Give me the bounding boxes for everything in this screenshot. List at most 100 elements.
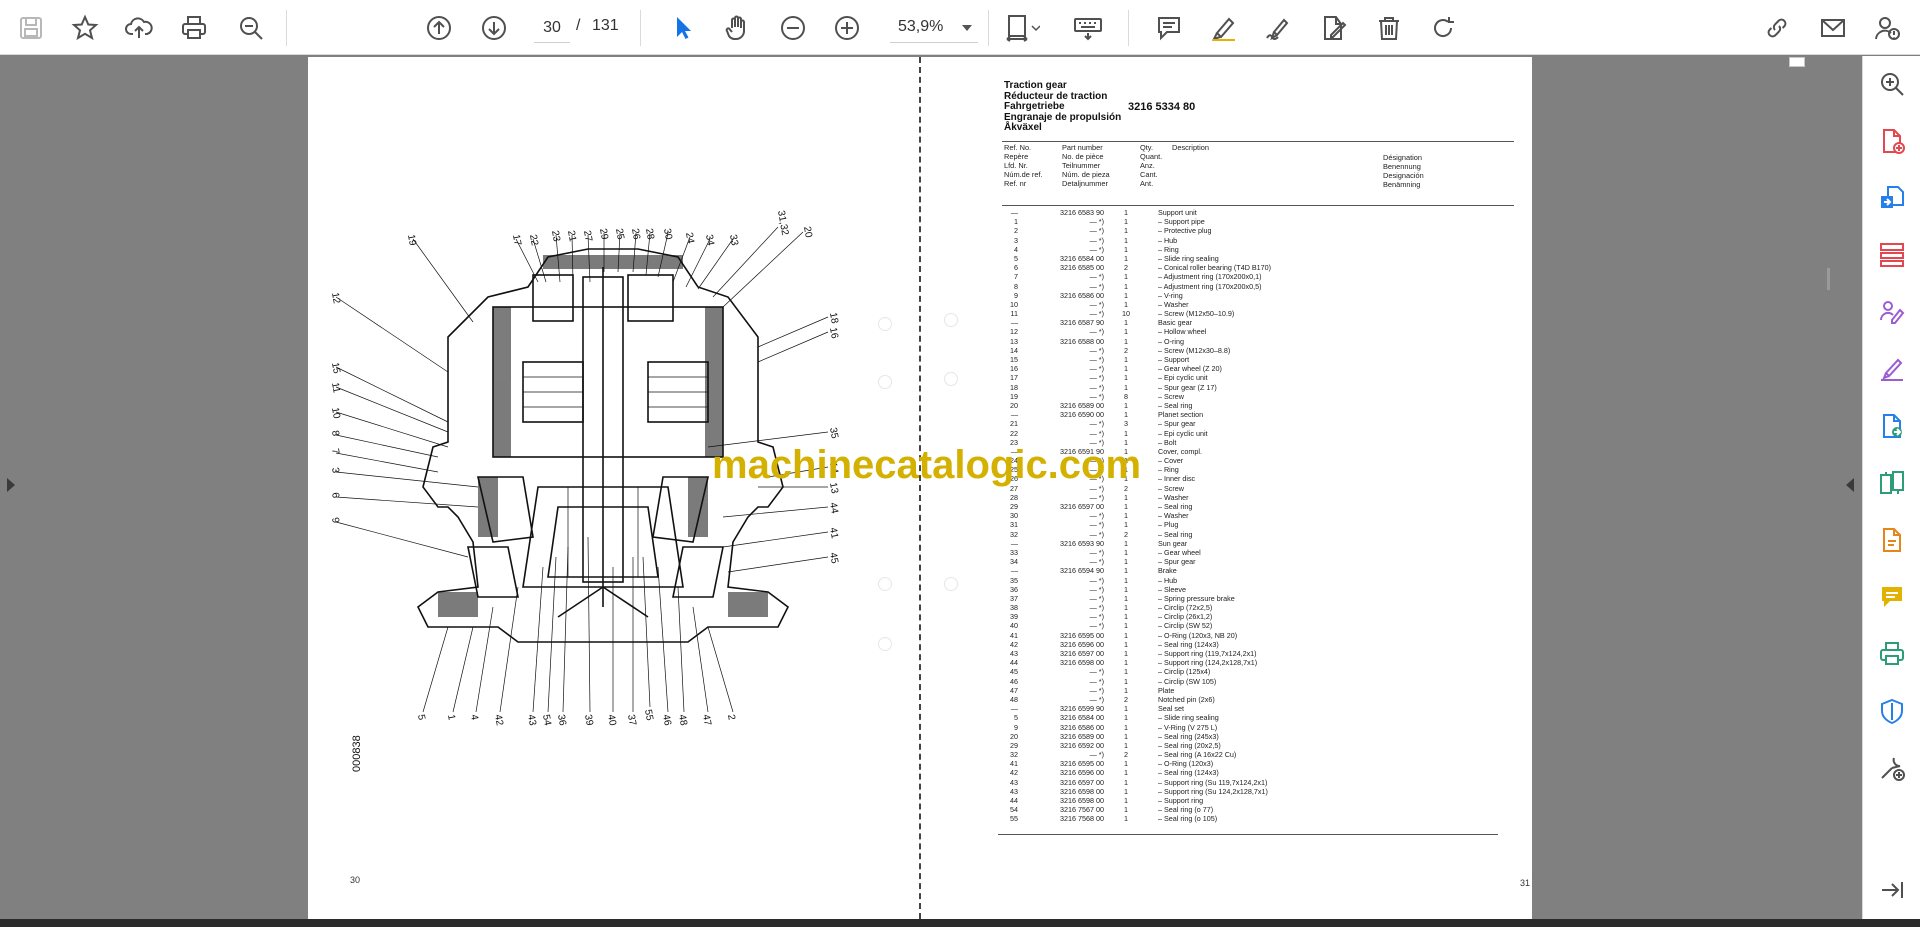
- account-icon[interactable]: [1868, 9, 1906, 47]
- table-row: 3 — *) 1 – Hub: [994, 236, 1514, 245]
- description-cell: – Seal ring (124x3): [1158, 639, 1219, 649]
- part-number-cell: — *): [1089, 428, 1104, 438]
- left-page-number: 30: [350, 875, 361, 885]
- description-cell: – Spring pressure brake: [1158, 593, 1235, 603]
- keyboard-icon[interactable]: [1066, 9, 1110, 47]
- ref-cell: 43: [1010, 649, 1018, 658]
- callout-label: 46: [660, 714, 673, 727]
- callout-label: 29: [597, 228, 610, 241]
- ref-cell: 19: [1010, 391, 1018, 401]
- table-row: 31 — *) 1 – Plug: [994, 520, 1514, 529]
- part-number-cell: — *): [1089, 575, 1104, 585]
- description-cell: – Spur gear: [1158, 557, 1196, 567]
- callout-label: 42: [492, 714, 505, 727]
- ref-cell: —: [1010, 566, 1018, 576]
- callout-label: 3: [329, 467, 341, 475]
- scrollbar-top[interactable]: [1789, 57, 1805, 67]
- description-cell: – Support ring (Su 124,2x128,7x1): [1158, 786, 1268, 796]
- description-cell: – Gear wheel: [1158, 547, 1201, 557]
- table-row: 43 3216 6597 00 1 – Support ring (Su 119,7x…: [994, 778, 1514, 787]
- vertical-scrollbar-thumb[interactable]: [1827, 268, 1830, 290]
- qty-cell: 1: [1124, 566, 1128, 576]
- total-pages: 131: [592, 17, 619, 34]
- protect-shield-icon[interactable]: [1876, 695, 1908, 727]
- create-pdf-icon[interactable]: [1876, 125, 1908, 157]
- qty-cell: 1: [1124, 235, 1128, 245]
- description-cell: – Seal ring (20x2,5): [1158, 740, 1221, 750]
- save-icon[interactable]: [12, 9, 50, 47]
- export-pdf-icon[interactable]: [1876, 182, 1908, 214]
- ref-cell: 40: [1010, 621, 1018, 631]
- table-row: 46 — *) 1 – Circlip (SW 105): [994, 677, 1514, 686]
- rotate-icon[interactable]: [1424, 9, 1462, 47]
- envelope-icon[interactable]: [1814, 9, 1852, 47]
- highlighter-icon[interactable]: [1205, 9, 1243, 47]
- qty-cell: 1: [1124, 272, 1128, 282]
- collapse-right-panel-icon[interactable]: [1846, 478, 1854, 492]
- ref-cell: 36: [1010, 584, 1018, 594]
- edit-pdf-icon[interactable]: [1876, 524, 1908, 556]
- parts-table: — 3216 6583 90 1 Support unit 1 — *) 1 – Suppor…: [994, 208, 1514, 824]
- edit-document-icon[interactable]: [1314, 9, 1352, 47]
- hand-icon[interactable]: [718, 9, 756, 47]
- part-number-cell: 3216 6588 00: [1060, 336, 1104, 346]
- star-icon[interactable]: [66, 9, 104, 47]
- description-cell: – Support ring: [1158, 796, 1204, 805]
- minus-circle-icon[interactable]: [774, 9, 812, 47]
- arrow-up-circle-icon[interactable]: [420, 9, 458, 47]
- qty-cell: 1: [1124, 410, 1128, 420]
- fit-page-icon[interactable]: [998, 9, 1046, 47]
- qty-cell: 1: [1124, 281, 1128, 291]
- plus-circle-icon[interactable]: [828, 9, 866, 47]
- description-cell: – O-Ring (120x3, NB 20): [1158, 630, 1238, 640]
- organize-pages-icon[interactable]: [1876, 239, 1908, 271]
- convert-pdf-icon[interactable]: [1876, 410, 1908, 442]
- ref-cell: 48: [1010, 694, 1018, 704]
- table-row: — 3216 6593 90 1 Sun gear: [994, 539, 1514, 548]
- ref-cell: 29: [1010, 740, 1018, 750]
- printer-icon[interactable]: [175, 9, 213, 47]
- part-number-cell: — *): [1089, 584, 1104, 594]
- zoom-level: 53,9%: [898, 18, 944, 35]
- description-cell: – Seal ring (A 16x22 Cu): [1158, 750, 1237, 760]
- compare-icon[interactable]: [1876, 467, 1908, 499]
- col-qty-header: Qty. Quant. Anz. Cant. Ant.: [1140, 143, 1163, 188]
- expand-panel-icon[interactable]: [1876, 874, 1908, 906]
- zoom-search-icon[interactable]: [1876, 68, 1908, 100]
- qty-cell: 1: [1124, 786, 1128, 796]
- share-link-icon[interactable]: [1758, 9, 1796, 47]
- part-number-cell: — *): [1089, 327, 1104, 337]
- request-signature-icon[interactable]: [1876, 296, 1908, 328]
- upload-cloud-icon[interactable]: [120, 9, 158, 47]
- qty-cell: 1: [1124, 511, 1128, 521]
- ref-cell: 6: [1014, 263, 1018, 273]
- part-number-cell: — *): [1089, 299, 1104, 309]
- more-tools-icon[interactable]: [1876, 752, 1908, 784]
- qty-cell: 1: [1124, 336, 1128, 346]
- callout-label: 28: [643, 228, 656, 241]
- zoom-dropdown[interactable]: 53,9%: [890, 13, 978, 43]
- comment-sidebar-icon[interactable]: [1876, 581, 1908, 613]
- print-production-icon[interactable]: [1876, 638, 1908, 670]
- expand-left-panel-icon[interactable]: [7, 478, 15, 492]
- pen-sign-icon[interactable]: [1259, 9, 1297, 47]
- callout-label: 25: [613, 228, 626, 241]
- part-number-cell: — *): [1089, 226, 1104, 236]
- description-cell: – Support ring (124,2x128,7x1): [1158, 658, 1258, 668]
- arrow-down-circle-icon[interactable]: [475, 9, 513, 47]
- part-number-cell: 3216 6584 00: [1060, 713, 1104, 723]
- comment-icon[interactable]: [1150, 9, 1188, 47]
- part-number-cell: 3216 6596 00: [1060, 768, 1104, 778]
- col-desc-header: Description: [1172, 143, 1209, 152]
- part-number-cell: — *): [1089, 593, 1104, 603]
- callout-label: 40: [605, 714, 618, 727]
- trash-icon[interactable]: [1370, 9, 1408, 47]
- fill-sign-icon[interactable]: [1876, 353, 1908, 385]
- part-number-cell: — *): [1089, 621, 1104, 631]
- description-cell: – Screw (M12x30–8.8): [1158, 345, 1231, 355]
- page-number-input[interactable]: [534, 13, 570, 43]
- table-row: 4 — *) 1 – Ring: [994, 245, 1514, 254]
- ref-cell: —: [1010, 538, 1018, 548]
- cursor-arrow-icon[interactable]: [664, 9, 702, 47]
- search-icon[interactable]: [232, 9, 270, 47]
